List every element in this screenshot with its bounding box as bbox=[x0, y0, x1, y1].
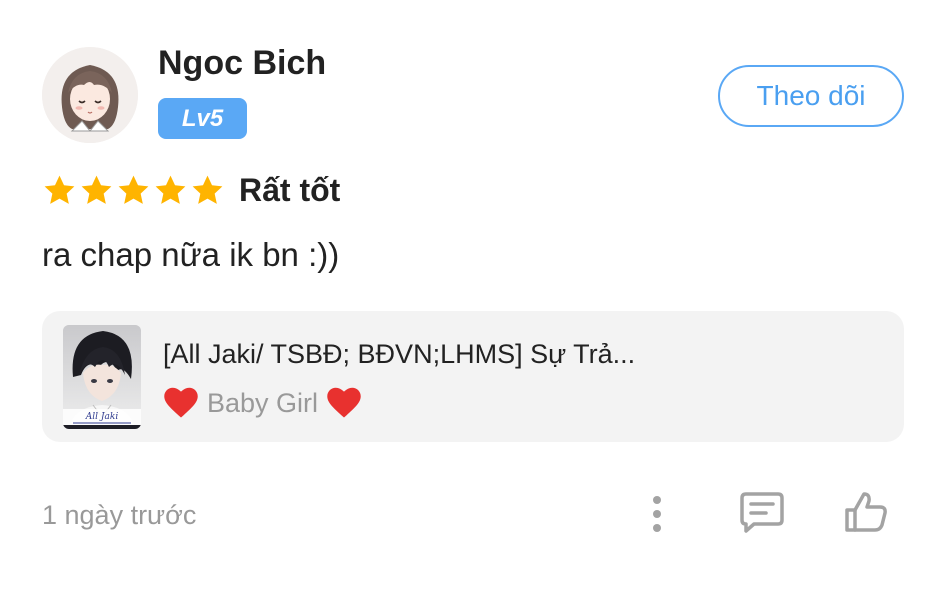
thumbs-up-icon[interactable] bbox=[842, 490, 890, 534]
cover-title: All Jaki bbox=[85, 412, 119, 422]
timestamp: 1 ngày trước bbox=[42, 500, 197, 530]
story-cover-image: All Jaki bbox=[63, 325, 141, 429]
story-author-name: Baby Girl bbox=[207, 387, 319, 418]
heart-icon bbox=[164, 387, 198, 418]
more-vertical-icon[interactable] bbox=[643, 492, 671, 536]
avatar-image bbox=[42, 47, 138, 143]
star-icon bbox=[118, 175, 149, 204]
username[interactable]: Ngoc Bich bbox=[158, 44, 326, 83]
star-icon bbox=[44, 175, 75, 204]
level-badge: Lv5 bbox=[158, 98, 247, 139]
rating-label: Rất tốt bbox=[239, 171, 341, 208]
rating: Rất tốt bbox=[42, 170, 340, 210]
comment-text: ra chap nữa ik bn :)) bbox=[42, 236, 340, 273]
star-rating bbox=[42, 173, 225, 208]
review-card: Ngoc Bich Lv5 Theo dõi Rất tốt ra chap n… bbox=[0, 0, 945, 600]
star-icon bbox=[192, 175, 223, 204]
star-icon bbox=[155, 175, 186, 204]
comment-icon[interactable] bbox=[738, 490, 786, 534]
story-card[interactable]: All Jaki [All Jaki/ TSBĐ; BĐVN;LHMS] Sự … bbox=[42, 311, 904, 442]
avatar[interactable] bbox=[42, 47, 138, 143]
story-title: [All Jaki/ TSBĐ; BĐVN;LHMS] Sự Trả... bbox=[163, 339, 636, 369]
follow-button[interactable]: Theo dõi bbox=[718, 65, 904, 127]
heart-icon bbox=[327, 387, 361, 418]
star-icon bbox=[81, 175, 112, 204]
story-author: Baby Girl bbox=[163, 387, 362, 419]
